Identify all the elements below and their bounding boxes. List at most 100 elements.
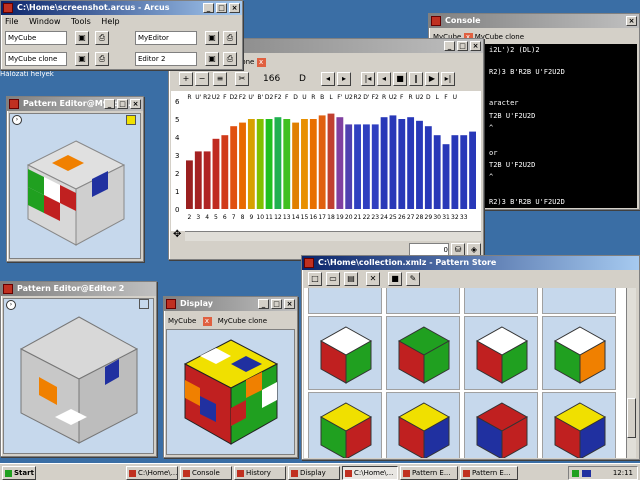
close-icon[interactable]: x — [256, 58, 266, 67]
start-button[interactable]: Start — [2, 466, 36, 480]
chart-scrollbar[interactable] — [185, 231, 481, 241]
pattern-editor-1-window[interactable]: Pattern Editor@MyEdi... _ □ × › — [6, 96, 144, 262]
bar[interactable] — [292, 122, 300, 209]
pattern-editor-2-window[interactable]: Pattern Editor@Editor 2 › — [0, 281, 157, 457]
taskbar-button[interactable]: Pattern E... — [400, 466, 458, 480]
bar[interactable] — [221, 135, 229, 209]
cube-clone-field[interactable]: MyCube clone — [5, 52, 67, 66]
pause-icon[interactable]: ‖ — [409, 72, 423, 86]
list-icon[interactable]: ≡ — [213, 72, 227, 86]
edit-icon[interactable]: ✎ — [406, 272, 420, 286]
console-titlebar[interactable]: Console × — [429, 14, 639, 28]
pan-icon[interactable]: ✥ — [173, 229, 181, 240]
bar[interactable] — [451, 135, 459, 209]
menu-help[interactable]: Help — [101, 17, 119, 26]
minimize-icon[interactable]: _ — [203, 3, 214, 13]
language-icon[interactable] — [582, 470, 591, 477]
bar[interactable] — [362, 124, 370, 209]
main-titlebar[interactable]: C:\Home\screenshot.arcus - Arcus _ □ × — [1, 1, 242, 15]
bar[interactable] — [380, 117, 388, 209]
cube-icon[interactable]: ▣ — [205, 52, 219, 66]
bar[interactable] — [416, 120, 423, 209]
bar[interactable] — [424, 126, 432, 209]
pattern-cell[interactable] — [386, 392, 460, 458]
pattern-cell[interactable] — [542, 392, 616, 458]
play-icon[interactable]: ▶ — [425, 72, 439, 86]
bar[interactable] — [433, 135, 441, 209]
bar[interactable] — [239, 122, 246, 209]
close-icon[interactable]: × — [626, 16, 637, 26]
bar[interactable] — [283, 119, 291, 209]
first-icon[interactable]: |◂ — [361, 72, 375, 86]
close-icon[interactable]: x — [202, 317, 212, 326]
cut-icon[interactable]: ✂ — [235, 72, 249, 86]
bar[interactable] — [460, 135, 468, 209]
scrollbar-thumb[interactable] — [627, 398, 636, 438]
display-canvas[interactable] — [166, 329, 295, 455]
prev-icon[interactable]: ◂ — [377, 72, 391, 86]
chart-window[interactable]: _ □ × e clone x + − ≡ ✂ 166 D ◂ ▸ |◂ ◂ ■… — [168, 38, 484, 260]
last-icon[interactable]: ▸| — [441, 72, 455, 86]
bar[interactable] — [407, 117, 415, 209]
maximize-icon[interactable]: □ — [117, 99, 128, 109]
stop-icon[interactable]: ■ — [393, 72, 407, 86]
editor-field[interactable]: MyEditor — [135, 31, 197, 45]
new-icon[interactable]: □ — [308, 272, 322, 286]
print-icon[interactable]: ⎙ — [223, 52, 237, 66]
maximize-icon[interactable]: □ — [216, 3, 227, 13]
close-icon[interactable]: × — [130, 99, 141, 109]
close-icon[interactable]: × — [470, 41, 481, 51]
open-icon[interactable]: ▭ — [326, 272, 340, 286]
pattern-cell[interactable] — [308, 392, 382, 458]
display-titlebar[interactable]: Display _ □ × — [164, 297, 297, 311]
bar[interactable] — [230, 126, 238, 209]
maximize-icon[interactable]: □ — [457, 41, 468, 51]
pattern-cell[interactable] — [464, 392, 538, 458]
minimize-icon[interactable]: _ — [444, 41, 455, 51]
taskbar-button[interactable]: Console — [180, 466, 232, 480]
cube-icon[interactable]: ▣ — [205, 31, 219, 45]
pattern-cell[interactable] — [542, 288, 616, 314]
tab-mycube-clone[interactable]: MyCube clone — [218, 317, 267, 325]
bar[interactable] — [212, 138, 220, 209]
bar[interactable] — [354, 124, 361, 209]
cube-icon[interactable]: ▣ — [75, 52, 89, 66]
menu-window[interactable]: Window — [29, 17, 61, 26]
minimize-icon[interactable]: _ — [258, 299, 269, 309]
close-icon[interactable]: × — [284, 299, 295, 309]
cube-field[interactable]: MyCube — [5, 31, 67, 45]
minimize-icon[interactable]: _ — [104, 99, 115, 109]
menu-tools[interactable]: Tools — [71, 17, 91, 26]
pattern-editor-1-titlebar[interactable]: Pattern Editor@MyEdi... _ □ × — [7, 97, 143, 111]
bar[interactable] — [274, 117, 282, 209]
pattern-cell[interactable] — [542, 316, 616, 390]
pattern-editor-2-canvas[interactable]: › — [3, 298, 154, 454]
pattern-cell[interactable] — [308, 288, 382, 314]
maximize-icon[interactable]: □ — [271, 299, 282, 309]
print-icon[interactable]: ⎙ — [223, 31, 237, 45]
pattern-editor-2-titlebar[interactable]: Pattern Editor@Editor 2 — [1, 282, 156, 296]
pattern-store-window[interactable]: C:\Home\collection.xmlz - Pattern Store … — [301, 255, 640, 460]
close-icon[interactable]: × — [229, 3, 240, 13]
menu-file[interactable]: File — [5, 17, 18, 26]
taskbar-button[interactable]: History — [234, 466, 286, 480]
bar[interactable] — [371, 124, 379, 209]
print-icon[interactable]: ⎙ — [95, 31, 109, 45]
delete-icon[interactable]: ✕ — [366, 272, 380, 286]
taskbar-button[interactable]: Pattern E... — [460, 466, 518, 480]
pattern-store-scrollbar[interactable] — [626, 288, 636, 458]
bar[interactable] — [318, 115, 326, 209]
stop-icon[interactable]: ■ — [388, 272, 402, 286]
pattern-cell[interactable] — [386, 316, 460, 390]
zoom-in-icon[interactable]: + — [179, 72, 193, 86]
bar[interactable] — [469, 131, 476, 209]
taskbar-button[interactable]: Display — [288, 466, 340, 480]
main-window[interactable]: C:\Home\screenshot.arcus - Arcus _ □ × F… — [0, 0, 243, 70]
cube-icon[interactable]: ▣ — [75, 31, 89, 45]
bar[interactable] — [186, 160, 193, 209]
bar[interactable] — [309, 119, 317, 209]
pattern-cell[interactable] — [308, 316, 382, 390]
tab-mycube[interactable]: MyCube — [168, 317, 196, 325]
print-icon[interactable]: ⎙ — [95, 52, 109, 66]
bar[interactable] — [265, 119, 273, 209]
